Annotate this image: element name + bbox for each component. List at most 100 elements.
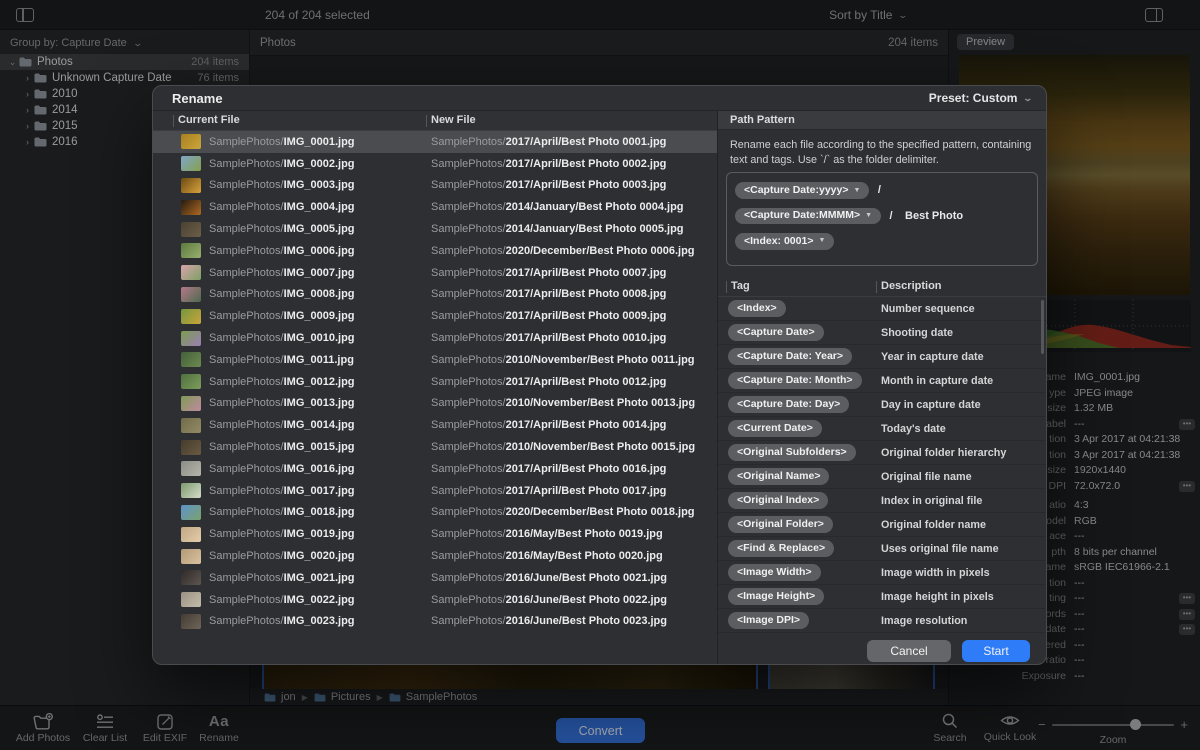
file-row[interactable]: SamplePhotos/IMG_0018.jpg SamplePhotos/2… bbox=[153, 502, 717, 524]
new-file-path: 2014/January/Best Photo 0004.jpg bbox=[506, 201, 684, 213]
tag-row[interactable]: <Current Date> Today's date bbox=[718, 417, 1046, 441]
current-path-prefix: SamplePhotos/ bbox=[209, 332, 284, 344]
file-row[interactable]: SamplePhotos/IMG_0003.jpg SamplePhotos/2… bbox=[153, 175, 717, 197]
tag-pill[interactable]: <Capture Date: Day> bbox=[728, 396, 849, 413]
tag-row[interactable]: <Index> Number sequence bbox=[718, 297, 1046, 321]
scrollbar[interactable] bbox=[1041, 300, 1044, 354]
file-row[interactable]: SamplePhotos/IMG_0017.jpg SamplePhotos/2… bbox=[153, 480, 717, 502]
new-path-prefix: SamplePhotos/ bbox=[431, 223, 506, 235]
preset-dropdown[interactable]: Preset: Custom ⌄ bbox=[929, 91, 1032, 105]
file-row[interactable]: SamplePhotos/IMG_0010.jpg SamplePhotos/2… bbox=[153, 327, 717, 349]
new-file-path: 2017/April/Best Photo 0010.jpg bbox=[506, 332, 667, 344]
column-tag: Tag bbox=[731, 280, 750, 292]
new-path-prefix: SamplePhotos/ bbox=[431, 528, 506, 540]
new-file-path: 2020/December/Best Photo 0006.jpg bbox=[506, 245, 695, 257]
file-row[interactable]: SamplePhotos/IMG_0005.jpg SamplePhotos/2… bbox=[153, 218, 717, 240]
file-row[interactable]: SamplePhotos/IMG_0002.jpg SamplePhotos/2… bbox=[153, 153, 717, 175]
start-button[interactable]: Start bbox=[962, 640, 1030, 662]
new-file-path: 2017/April/Best Photo 0008.jpg bbox=[506, 288, 667, 300]
pattern-token-pill[interactable]: <Capture Date:MMMM>▼ bbox=[735, 208, 881, 225]
tag-row[interactable]: <Original Folder> Original folder name bbox=[718, 513, 1046, 537]
tag-row[interactable]: <Image Width> Image width in pixels bbox=[718, 561, 1046, 585]
new-path-prefix: SamplePhotos/ bbox=[431, 594, 506, 606]
current-path-prefix: SamplePhotos/ bbox=[209, 506, 284, 518]
tag-description: Month in capture date bbox=[881, 375, 993, 387]
tag-pill[interactable]: <Image DPI> bbox=[728, 612, 809, 629]
tag-pill[interactable]: <Image Width> bbox=[728, 564, 821, 581]
new-path-prefix: SamplePhotos/ bbox=[431, 288, 506, 300]
tag-row[interactable]: <Capture Date: Day> Day in capture date bbox=[718, 393, 1046, 417]
cancel-button[interactable]: Cancel bbox=[867, 640, 951, 662]
new-path-prefix: SamplePhotos/ bbox=[431, 245, 506, 257]
current-path-prefix: SamplePhotos/ bbox=[209, 354, 284, 366]
file-row[interactable]: SamplePhotos/IMG_0023.jpg SamplePhotos/2… bbox=[153, 611, 717, 633]
new-file-path: 2010/November/Best Photo 0011.jpg bbox=[506, 354, 695, 366]
current-file-name: IMG_0011.jpg bbox=[284, 354, 354, 366]
file-list-header: Current File New File bbox=[153, 111, 717, 131]
tag-row[interactable]: <Original Subfolders> Original folder hi… bbox=[718, 441, 1046, 465]
path-pattern-editor[interactable]: <Capture Date:yyyy>▼ / <Capture Date:MMM… bbox=[726, 172, 1038, 266]
file-row[interactable]: SamplePhotos/IMG_0009.jpg SamplePhotos/2… bbox=[153, 305, 717, 327]
file-row[interactable]: SamplePhotos/IMG_0020.jpg SamplePhotos/2… bbox=[153, 545, 717, 567]
new-path-prefix: SamplePhotos/ bbox=[431, 158, 506, 170]
tag-pill[interactable]: <Current Date> bbox=[728, 420, 822, 437]
token-dropdown-icon[interactable]: ▼ bbox=[853, 187, 860, 195]
tag-pill[interactable]: <Capture Date: Year> bbox=[728, 348, 852, 365]
token-dropdown-icon[interactable]: ▼ bbox=[818, 237, 825, 245]
current-path-prefix: SamplePhotos/ bbox=[209, 158, 284, 170]
pattern-token-pill[interactable]: <Capture Date:yyyy>▼ bbox=[735, 182, 869, 199]
pattern-token-pill[interactable]: <Index: 0001>▼ bbox=[735, 233, 834, 250]
tag-pill[interactable]: <Original Subfolders> bbox=[728, 444, 856, 461]
tag-pill[interactable]: <Capture Date> bbox=[728, 324, 824, 341]
tag-row[interactable]: <Original Index> Index in original file bbox=[718, 489, 1046, 513]
tag-row[interactable]: <Capture Date> Shooting date bbox=[718, 321, 1046, 345]
new-file-path: 2010/November/Best Photo 0015.jpg bbox=[506, 441, 696, 453]
file-thumbnail bbox=[181, 243, 201, 258]
file-thumbnail bbox=[181, 549, 201, 564]
current-file-name: IMG_0007.jpg bbox=[284, 267, 355, 279]
file-row[interactable]: SamplePhotos/IMG_0015.jpg SamplePhotos/2… bbox=[153, 436, 717, 458]
file-row[interactable]: SamplePhotos/IMG_0019.jpg SamplePhotos/2… bbox=[153, 523, 717, 545]
new-file-path: 2017/April/Best Photo 0001.jpg bbox=[506, 136, 667, 148]
current-file-name: IMG_0022.jpg bbox=[284, 594, 355, 606]
file-row[interactable]: SamplePhotos/IMG_0013.jpg SamplePhotos/2… bbox=[153, 393, 717, 415]
current-file-name: IMG_0016.jpg bbox=[284, 463, 355, 475]
tag-row[interactable]: <Capture Date: Year> Year in capture dat… bbox=[718, 345, 1046, 369]
file-row[interactable]: SamplePhotos/IMG_0021.jpg SamplePhotos/2… bbox=[153, 567, 717, 589]
file-row[interactable]: SamplePhotos/IMG_0016.jpg SamplePhotos/2… bbox=[153, 458, 717, 480]
tag-pill[interactable]: <Find & Replace> bbox=[728, 540, 834, 557]
file-row[interactable]: SamplePhotos/IMG_0008.jpg SamplePhotos/2… bbox=[153, 284, 717, 306]
new-path-prefix: SamplePhotos/ bbox=[431, 332, 506, 344]
current-path-prefix: SamplePhotos/ bbox=[209, 376, 284, 388]
token-dropdown-icon[interactable]: ▼ bbox=[865, 212, 872, 220]
tag-description: Index in original file bbox=[881, 495, 982, 507]
tag-row[interactable]: <Image Height> Image height in pixels bbox=[718, 585, 1046, 609]
tag-row[interactable]: <Original Name> Original file name bbox=[718, 465, 1046, 489]
file-thumbnail bbox=[181, 396, 201, 411]
file-row[interactable]: SamplePhotos/IMG_0007.jpg SamplePhotos/2… bbox=[153, 262, 717, 284]
file-row[interactable]: SamplePhotos/IMG_0014.jpg SamplePhotos/2… bbox=[153, 414, 717, 436]
file-row[interactable]: SamplePhotos/IMG_0004.jpg SamplePhotos/2… bbox=[153, 196, 717, 218]
file-row[interactable]: SamplePhotos/IMG_0006.jpg SamplePhotos/2… bbox=[153, 240, 717, 262]
tag-pill[interactable]: <Original Folder> bbox=[728, 516, 833, 533]
pattern-text: / bbox=[890, 210, 893, 222]
tag-description: Uses original file name bbox=[881, 543, 999, 555]
tag-pill[interactable]: <Original Index> bbox=[728, 492, 828, 509]
file-thumbnail bbox=[181, 352, 201, 367]
current-file-name: IMG_0009.jpg bbox=[284, 310, 355, 322]
tag-pill[interactable]: <Image Height> bbox=[728, 588, 824, 605]
new-file-path: 2016/May/Best Photo 0019.jpg bbox=[506, 528, 663, 540]
file-row[interactable]: SamplePhotos/IMG_0011.jpg SamplePhotos/2… bbox=[153, 349, 717, 371]
tag-row[interactable]: <Capture Date: Month> Month in capture d… bbox=[718, 369, 1046, 393]
tag-row[interactable]: <Image DPI> Image resolution bbox=[718, 609, 1046, 633]
file-row[interactable]: SamplePhotos/IMG_0022.jpg SamplePhotos/2… bbox=[153, 589, 717, 611]
chevron-down-icon: ⌄ bbox=[1023, 93, 1034, 104]
tag-pill[interactable]: <Original Name> bbox=[728, 468, 829, 485]
new-path-prefix: SamplePhotos/ bbox=[431, 550, 506, 562]
file-row[interactable]: SamplePhotos/IMG_0012.jpg SamplePhotos/2… bbox=[153, 371, 717, 393]
tag-pill[interactable]: <Index> bbox=[728, 300, 786, 317]
tag-pill[interactable]: <Capture Date: Month> bbox=[728, 372, 862, 389]
file-row[interactable]: SamplePhotos/IMG_0001.jpg SamplePhotos/2… bbox=[153, 131, 717, 153]
tag-row[interactable]: <Find & Replace> Uses original file name bbox=[718, 537, 1046, 561]
new-file-path: 2010/November/Best Photo 0013.jpg bbox=[506, 397, 696, 409]
